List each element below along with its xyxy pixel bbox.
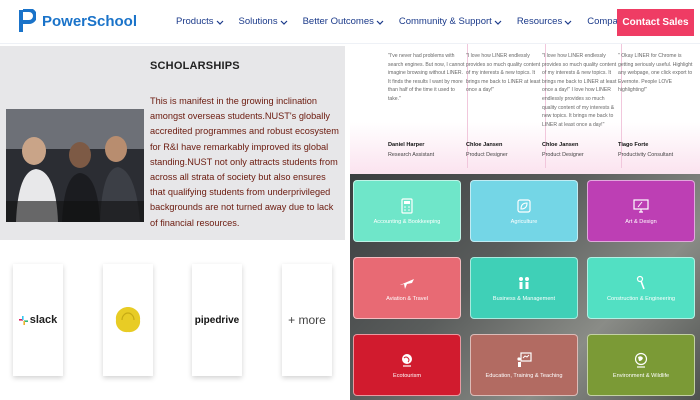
testimonial-role: Productivity Consultant (618, 152, 674, 158)
partner-card-slack[interactable]: slack (13, 264, 63, 376)
slack-icon (18, 315, 28, 325)
category-label: Aviation & Travel (386, 296, 428, 302)
category-tile-ecotourism[interactable]: Ecotourism (353, 334, 461, 396)
testimonial-name: Chloe Jansen (542, 142, 579, 148)
category-tile-education[interactable]: Education, Training & Teaching (470, 334, 578, 396)
more-label: + more (288, 313, 326, 327)
partner-card-yellow[interactable] (103, 264, 153, 376)
crane-icon (636, 275, 645, 290)
testimonial-card: "I've never had problems with search eng… (388, 44, 468, 168)
category-label: Environment & Wildlife (612, 373, 670, 379)
page: PowerSchool Products Solutions Better Ou… (0, 0, 700, 400)
testimonial-card: "I love how LINER endlessly provides so … (542, 44, 622, 168)
contact-sales-button[interactable]: Contact Sales (617, 9, 694, 36)
yellow-blob-logo-icon (115, 307, 141, 333)
nav-products[interactable]: Products (176, 16, 224, 27)
category-tile-art-design[interactable]: Art & Design (587, 180, 695, 242)
testimonial-role: Research Assistant (388, 152, 435, 158)
scholarships-section: SCHOLARSHIPS This is manifest in the gro… (0, 46, 345, 240)
testimonial-name: Daniel Harper (388, 142, 425, 148)
nav-better-outcomes[interactable]: Better Outcomes (303, 16, 384, 27)
nav-resources-label: Resources (516, 16, 563, 27)
nav-community-support-label: Community & Support (398, 16, 492, 27)
presentation-icon (517, 352, 532, 367)
category-label: Business & Management (492, 296, 556, 302)
category-label: Accounting & Bookkeeping (373, 219, 441, 225)
scholarships-body: This is manifest in the growing inclinat… (150, 96, 339, 228)
partner-card-more[interactable]: + more (282, 264, 332, 376)
category-tile-agriculture[interactable]: Agriculture (470, 180, 578, 242)
students-photo (6, 109, 144, 222)
calculator-icon (401, 198, 413, 214)
category-label: Art & Design (625, 219, 657, 225)
testimonial-name: Tiago Forte (618, 142, 649, 148)
top-nav-bar: PowerSchool Products Solutions Better Ou… (0, 0, 700, 44)
testimonials-strip: "I've never had problems with search eng… (350, 44, 700, 174)
category-tile-aviation[interactable]: Aviation & Travel (353, 257, 461, 319)
category-label: Education, Training & Teaching (485, 373, 563, 379)
monitor-icon (633, 199, 649, 213)
testimonial-role: Product Designer (542, 152, 584, 158)
testimonial-role: Product Designer (466, 152, 508, 158)
brand-name: PowerSchool (42, 12, 138, 30)
scholarships-title: SCHOLARSHIPS (150, 60, 240, 72)
testimonial-quote: "I love how LINER endlessly provides so … (542, 53, 617, 128)
nav-community-support[interactable]: Community & Support (399, 16, 502, 27)
testimonial-quote: "I love how LINER endlessly provides so … (466, 53, 541, 94)
leaf-icon (517, 199, 531, 213)
career-categories: Accounting & Bookkeeping Agriculture Art… (350, 174, 700, 400)
category-tile-accounting[interactable]: Accounting & Bookkeeping (353, 180, 461, 242)
globe-leaf-icon (634, 352, 648, 368)
chevron-down-icon (494, 20, 502, 25)
pipedrive-label: pipedrive (194, 314, 240, 326)
chevron-down-icon (376, 20, 384, 25)
airplane-icon (400, 279, 414, 289)
brand-logo[interactable]: PowerSchool (18, 9, 137, 33)
partner-card-pipedrive[interactable]: pipedrive (192, 264, 242, 376)
nav-solutions-label: Solutions (238, 16, 278, 27)
people-icon (519, 277, 529, 289)
students-photo-illustration (6, 109, 144, 222)
testimonial-quote: "I've never had problems with search eng… (388, 53, 465, 102)
category-tile-business[interactable]: Business & Management (470, 257, 578, 319)
chevron-down-icon (280, 20, 288, 25)
category-label: Agriculture (510, 219, 538, 225)
nav-solutions[interactable]: Solutions (239, 16, 288, 27)
category-label: Construction & Engineering (606, 296, 676, 302)
globe-icon (402, 354, 412, 367)
testimonial-card: "I love how LINER endlessly provides so … (466, 44, 546, 168)
main-nav: Products Solutions Better Outcomes Commu… (176, 16, 638, 27)
testimonial-name: Chloe Jansen (466, 142, 503, 148)
category-tile-construction[interactable]: Construction & Engineering (587, 257, 695, 319)
testimonial-card: " Okay LINER for Chrome is getting serio… (618, 44, 698, 168)
testimonial-quote: " Okay LINER for Chrome is getting serio… (618, 53, 693, 94)
nav-resources[interactable]: Resources (517, 16, 572, 27)
powerschool-logo-icon (19, 9, 36, 32)
chevron-down-icon (564, 20, 572, 25)
category-tile-environment[interactable]: Environment & Wildlife (587, 334, 695, 396)
chevron-down-icon (216, 20, 223, 25)
nav-products-label: Products (176, 16, 214, 27)
partner-logos: slack pipedrive + more (0, 240, 345, 400)
category-label: Ecotourism (393, 373, 421, 379)
slack-label: slack (29, 314, 58, 326)
nav-better-outcomes-label: Better Outcomes (302, 16, 374, 27)
